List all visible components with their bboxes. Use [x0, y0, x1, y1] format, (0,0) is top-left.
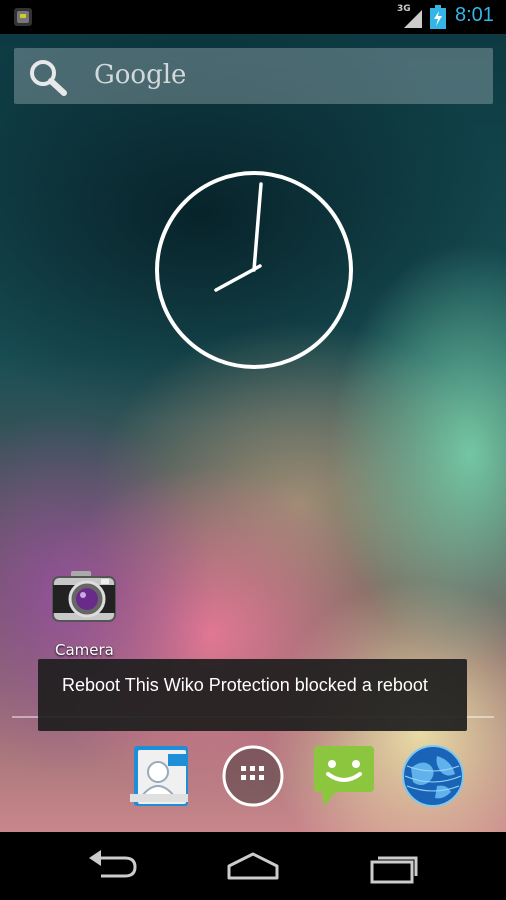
contacts-icon[interactable]: [130, 744, 194, 808]
toast-message: Reboot This Wiko Protection blocked a re…: [62, 675, 428, 695]
home-icon[interactable]: [223, 848, 283, 884]
clock-hour-hand: [214, 264, 262, 292]
messaging-icon[interactable]: [312, 744, 376, 808]
search-icon: [30, 60, 67, 96]
globe-icon[interactable]: [401, 744, 465, 808]
google-search-bar[interactable]: Google: [14, 48, 493, 104]
app-drawer-icon[interactable]: [221, 744, 285, 808]
shortcut-label: Camera: [55, 641, 114, 659]
search-label: Google: [94, 60, 187, 90]
navigation-bar: [0, 832, 506, 900]
toast-notification: Reboot This Wiko Protection blocked a re…: [38, 659, 467, 731]
camera-icon: [52, 571, 116, 622]
back-icon[interactable]: [83, 848, 143, 884]
status-clock: 8:01: [455, 4, 494, 26]
signal-icon: [404, 10, 422, 28]
status-bar[interactable]: 3G 8:01: [0, 0, 506, 34]
camera-shortcut[interactable]: Camera: [45, 565, 125, 665]
recent-apps-icon[interactable]: [364, 848, 424, 884]
clock-minute-hand: [252, 182, 263, 272]
battery-charging-icon: [430, 5, 446, 29]
analog-clock-widget[interactable]: [152, 168, 356, 372]
notification-app-icon: [14, 8, 32, 26]
